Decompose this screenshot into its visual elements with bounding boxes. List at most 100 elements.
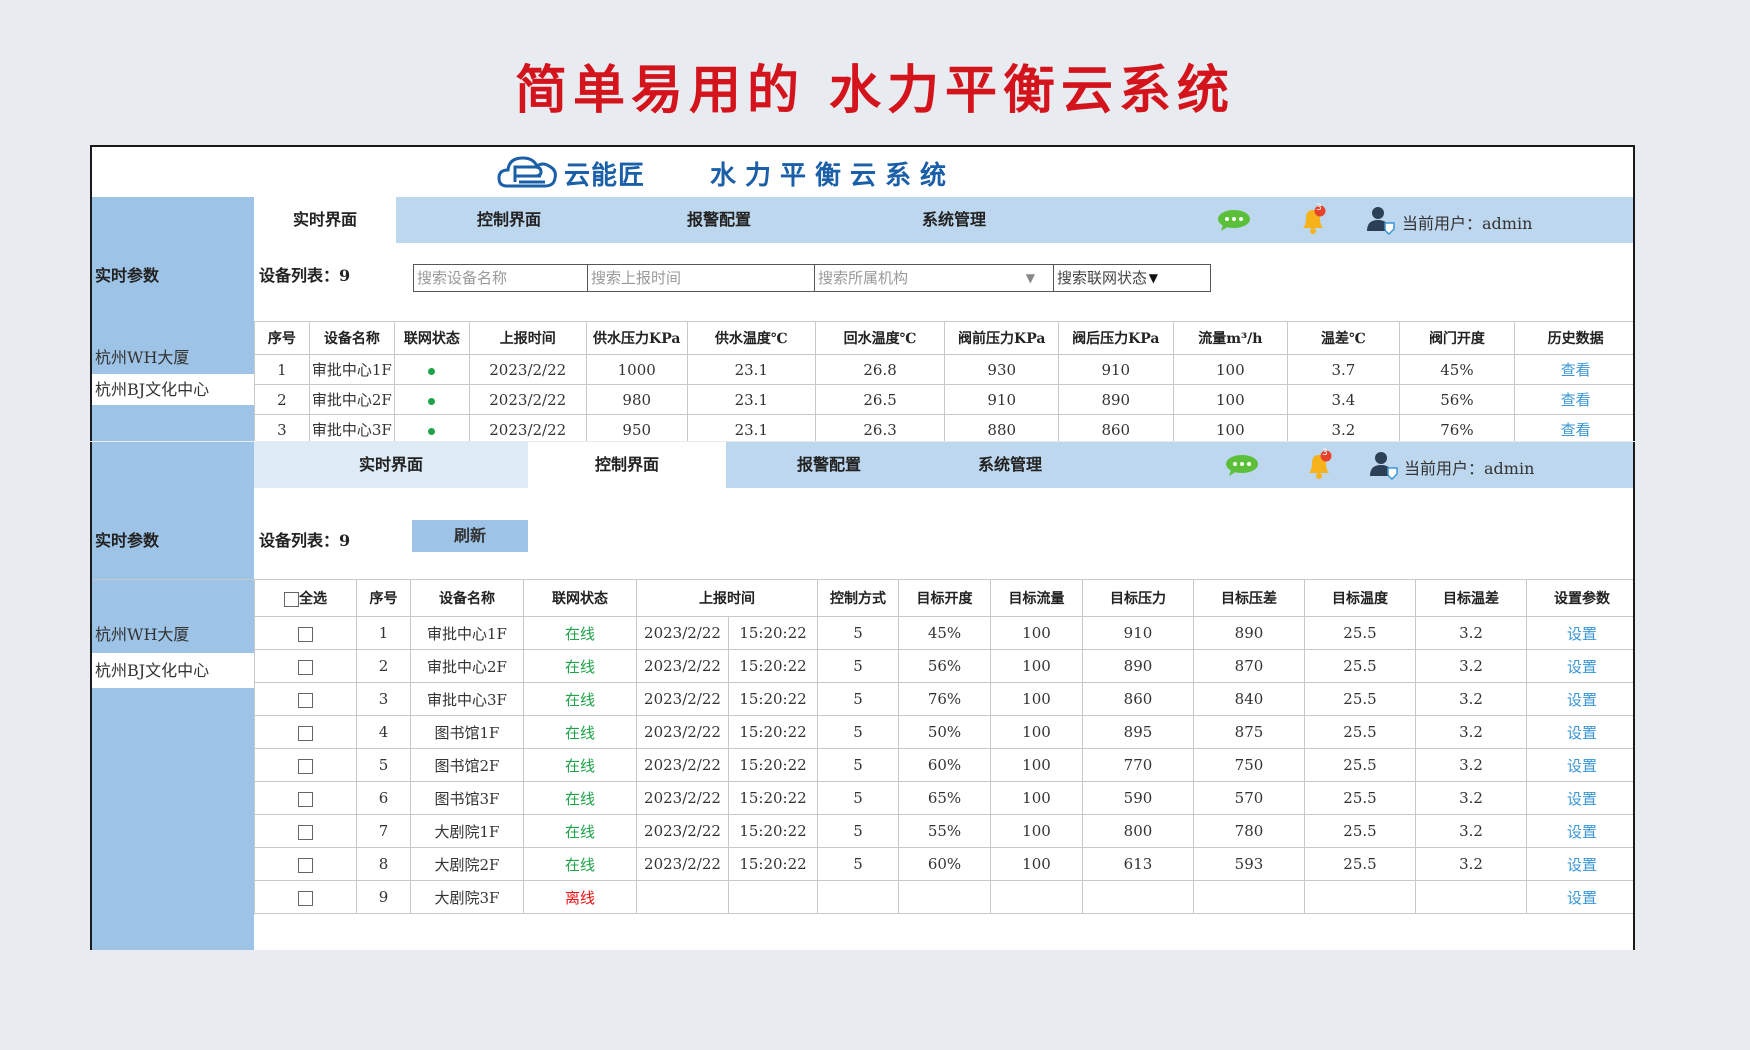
online-dot-icon	[428, 427, 436, 435]
sidebar-section-title: 实时参数	[95, 266, 160, 285]
tab-alarm-config[interactable]: 报警配置	[644, 197, 794, 243]
sidebar-site-wh[interactable]: 杭州WH大厦	[92, 343, 254, 373]
tab-realtime[interactable]: 实时界面	[254, 197, 396, 243]
table-cell: 5	[817, 748, 899, 782]
settings-link[interactable]: 设置	[1526, 649, 1633, 683]
tab-system-admin[interactable]: 系统管理	[874, 197, 1034, 243]
table-cell: 15:20:22	[728, 682, 818, 716]
row-select-cell[interactable]	[254, 649, 357, 683]
search-report-time-input[interactable]: 搜索上报时间	[587, 264, 814, 292]
row-checkbox[interactable]	[298, 758, 313, 774]
row-select-cell[interactable]	[254, 682, 357, 716]
bell-icon[interactable]	[1305, 450, 1333, 480]
row-select-cell[interactable]	[254, 814, 357, 848]
view-history-link[interactable]: 查看	[1514, 414, 1633, 441]
view-history-link[interactable]: 查看	[1514, 354, 1633, 385]
refresh-button[interactable]: 刷新	[412, 520, 528, 552]
row-select-cell[interactable]	[254, 616, 357, 650]
row-select-cell[interactable]	[254, 781, 357, 815]
table-cell: 15:20:22	[728, 847, 818, 881]
table-cell: 审批中心1F	[410, 616, 524, 650]
user-icon[interactable]	[1366, 205, 1396, 235]
table-cell: 3.2	[1415, 781, 1527, 815]
row-checkbox[interactable]	[298, 659, 313, 675]
row-checkbox[interactable]	[298, 692, 313, 708]
net-status-cell: 在线	[523, 781, 637, 815]
select-all-checkbox[interactable]	[284, 591, 299, 607]
chevron-down-icon: ▼	[1025, 271, 1035, 285]
table-cell: 8	[356, 847, 411, 881]
select-all-header[interactable]: 全选	[254, 579, 357, 617]
user-icon[interactable]	[1369, 450, 1399, 480]
row-checkbox[interactable]	[298, 725, 313, 741]
table-cell: 3.2	[1415, 748, 1527, 782]
table-row: 3 审批中心3F 2023/2/22 950 23.1 26.3 880 860 100 3.2 7…	[254, 414, 1633, 441]
row-select-cell[interactable]	[254, 748, 357, 782]
table-cell: 870	[1193, 649, 1305, 683]
table-cell	[1082, 880, 1194, 914]
sidebar-site-bj[interactable]: 杭州BJ文化中心	[92, 374, 254, 405]
settings-link[interactable]: 设置	[1526, 682, 1633, 716]
net-status-cell: 离线	[523, 880, 637, 914]
settings-link[interactable]: 设置	[1526, 748, 1633, 782]
table-cell: 613	[1082, 847, 1194, 881]
row-checkbox[interactable]	[298, 626, 313, 642]
bell-icon[interactable]	[1299, 205, 1327, 235]
table-cell: 100	[1172, 384, 1289, 415]
table-cell: 15:20:22	[728, 715, 818, 749]
table-cell: 860	[1082, 682, 1194, 716]
search-net-status-select[interactable]: 搜索联网状态 ▼	[1053, 264, 1210, 292]
col-header-target-temp: 目标温度	[1304, 579, 1416, 617]
table-row: 1 审批中心1F 在线 2023/2/22 15:20:22 5 45% 100 910 890 2…	[254, 616, 1633, 650]
brand-name: 云能匠	[564, 161, 646, 191]
tab-alarm-config[interactable]: 报警配置	[754, 442, 904, 488]
row-select-cell[interactable]	[254, 715, 357, 749]
table-cell: 5	[817, 715, 899, 749]
current-user-label: 当前用户：admin	[1402, 214, 1533, 233]
search-device-name-input[interactable]: 搜索设备名称	[413, 264, 587, 292]
col-header-target-pressure-diff: 目标压差	[1193, 579, 1305, 617]
row-select-cell[interactable]	[254, 847, 357, 881]
tab-realtime[interactable]: 实时界面	[254, 442, 528, 488]
tab-control[interactable]: 控制界面	[528, 442, 726, 488]
table-cell: 2023/2/22	[636, 814, 729, 848]
search-net-status-placeholder: 搜索联网状态	[1057, 269, 1148, 287]
table-cell: 25.5	[1304, 682, 1416, 716]
device-count-label: 设备列表：9	[259, 266, 351, 285]
table-cell: 3.4	[1287, 384, 1400, 415]
table-row: 2 审批中心2F 在线 2023/2/22 15:20:22 5 56% 100 890 870 2…	[254, 649, 1633, 683]
message-icon[interactable]	[1217, 209, 1251, 231]
view-history-link[interactable]: 查看	[1514, 384, 1633, 415]
row-checkbox[interactable]	[298, 857, 313, 873]
settings-link[interactable]: 设置	[1526, 814, 1633, 848]
control-table: 全选 序号 设备名称 联网状态 上报时间 控制方式 目标开度 目标流量 目标压力…	[254, 579, 1633, 914]
table-cell: 770	[1082, 748, 1194, 782]
col-header-temp-diff: 温差℃	[1287, 321, 1400, 355]
sidebar-site-bj[interactable]: 杭州BJ文化中心	[92, 653, 254, 688]
settings-link[interactable]: 设置	[1526, 715, 1633, 749]
row-select-cell[interactable]	[254, 880, 357, 914]
table-cell: 780	[1193, 814, 1305, 848]
page-headline: 简单易用的 水力平衡云系统	[514, 61, 1236, 121]
message-icon[interactable]	[1225, 454, 1259, 476]
search-org-select[interactable]: 搜索所属机构 ▼	[814, 264, 1053, 292]
table-cell: 590	[1082, 781, 1194, 815]
table-cell: 25.5	[1304, 781, 1416, 815]
settings-link[interactable]: 设置	[1526, 781, 1633, 815]
row-checkbox[interactable]	[298, 791, 313, 807]
tab-control[interactable]: 控制界面	[434, 197, 584, 243]
table-cell	[817, 880, 899, 914]
settings-link[interactable]: 设置	[1526, 880, 1633, 914]
col-header-target-opening: 目标开度	[898, 579, 991, 617]
table-cell: 3.2	[1415, 814, 1527, 848]
sidebar-site-wh[interactable]: 杭州WH大厦	[92, 617, 254, 652]
row-checkbox[interactable]	[298, 824, 313, 840]
settings-link[interactable]: 设置	[1526, 616, 1633, 650]
table-cell: 审批中心3F	[308, 414, 395, 441]
table-cell: 56%	[898, 649, 991, 683]
tab-system-admin[interactable]: 系统管理	[930, 442, 1090, 488]
settings-link[interactable]: 设置	[1526, 847, 1633, 881]
sidebar	[92, 442, 254, 950]
col-header-net-status: 联网状态	[523, 579, 637, 617]
row-checkbox[interactable]	[298, 890, 313, 906]
